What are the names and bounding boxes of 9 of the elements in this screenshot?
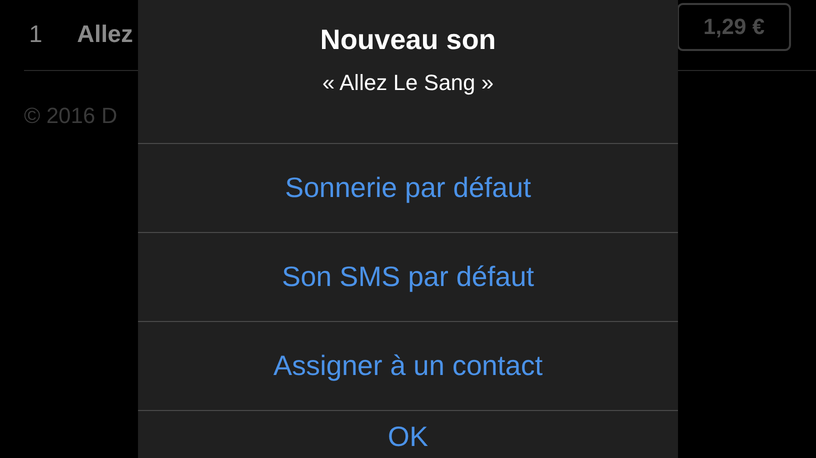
alert-title: Nouveau son bbox=[320, 24, 496, 56]
track-title: Allez bbox=[77, 21, 134, 49]
track-number: 1 bbox=[28, 21, 44, 49]
alert-action-button[interactable]: OK bbox=[388, 411, 428, 453]
alert-action-button[interactable]: Son SMS par défaut bbox=[138, 233, 678, 322]
copyright-text: © 2016 D bbox=[24, 103, 118, 129]
alert-action-button[interactable]: Sonnerie par défaut bbox=[138, 144, 678, 233]
alert-action-button[interactable]: Assigner à un contact bbox=[138, 322, 678, 411]
alert-subtitle: « Allez Le Sang » bbox=[322, 70, 494, 96]
